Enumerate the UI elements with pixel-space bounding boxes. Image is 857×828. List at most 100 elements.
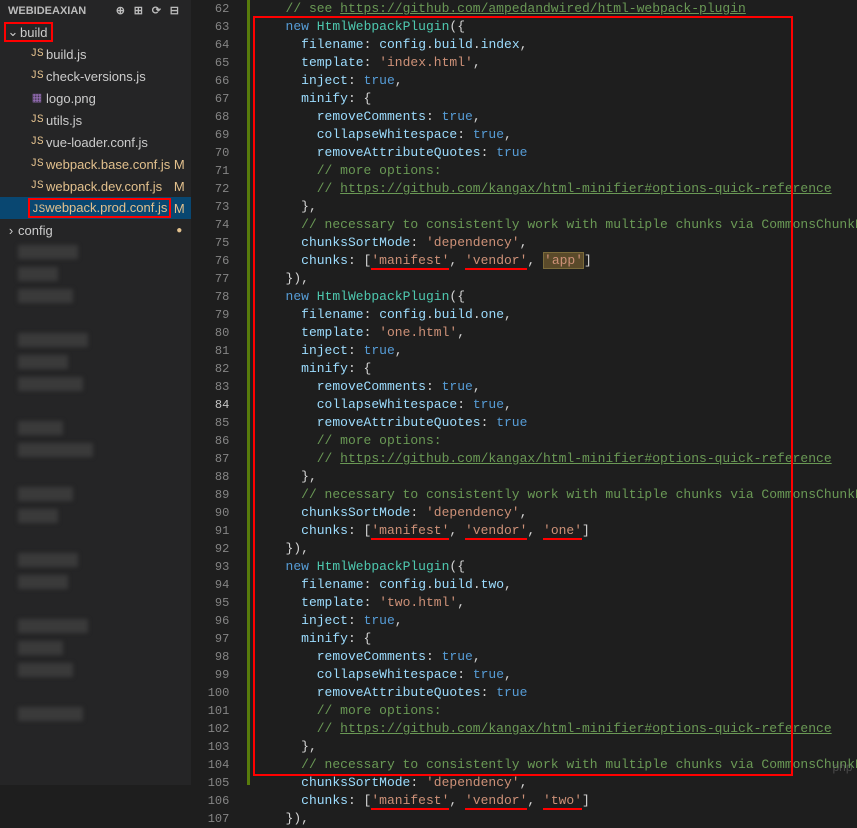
code-line[interactable]: chunks: ['manifest', 'vendor', 'two'] <box>254 792 857 810</box>
code-editor[interactable]: 6263646566676869707172737475767778798081… <box>191 0 857 785</box>
code-line[interactable]: // https://github.com/kangax/html-minifi… <box>254 720 857 738</box>
code-line[interactable]: // necessary to consistently work with m… <box>254 756 857 774</box>
code-line[interactable]: // see https://github.com/ampedandwired/… <box>254 0 857 18</box>
line-number: 76 <box>191 252 229 270</box>
code-line[interactable]: collapseWhitespace: true, <box>254 666 857 684</box>
code-line[interactable]: removeComments: true, <box>254 648 857 666</box>
code-line[interactable]: minify: { <box>254 360 857 378</box>
code-line[interactable]: inject: true, <box>254 72 857 90</box>
code-line[interactable]: }), <box>254 270 857 288</box>
code-line[interactable]: minify: { <box>254 90 857 108</box>
file-item[interactable]: JSwebpack.dev.conf.jsM <box>0 175 191 197</box>
image-file-icon: ▦ <box>28 91 46 105</box>
code-line[interactable]: chunks: ['manifest', 'vendor', 'one'] <box>254 522 857 540</box>
code-line[interactable]: template: 'two.html', <box>254 594 857 612</box>
new-folder-icon[interactable]: ⊞ <box>129 4 147 17</box>
chevron-right-icon: › <box>4 223 18 238</box>
refresh-icon[interactable]: ⟳ <box>147 4 165 17</box>
code-line[interactable]: removeComments: true, <box>254 108 857 126</box>
file-item[interactable]: JSvue-loader.conf.js <box>0 131 191 153</box>
code-line[interactable]: // https://github.com/kangax/html-minifi… <box>254 450 857 468</box>
line-number: 104 <box>191 756 229 774</box>
new-file-icon[interactable]: ⊕ <box>111 4 129 17</box>
code-line[interactable]: // https://github.com/kangax/html-minifi… <box>254 180 857 198</box>
blurred-row <box>0 285 191 307</box>
code-line[interactable]: }, <box>254 468 857 486</box>
line-number: 71 <box>191 162 229 180</box>
folder-config[interactable]: › config ● <box>0 219 191 241</box>
code-line[interactable]: // more options: <box>254 702 857 720</box>
code-line[interactable]: }, <box>254 198 857 216</box>
line-number: 93 <box>191 558 229 576</box>
line-number: 62 <box>191 0 229 18</box>
file-item[interactable]: ▦logo.png <box>0 87 191 109</box>
code-line[interactable]: removeComments: true, <box>254 378 857 396</box>
blurred-row <box>0 615 191 637</box>
line-number: 106 <box>191 792 229 810</box>
blurred-row <box>0 593 191 615</box>
code-line[interactable]: }), <box>254 540 857 558</box>
code-line[interactable]: new HtmlWebpackPlugin({ <box>254 18 857 36</box>
code-line[interactable]: chunks: ['manifest', 'vendor', 'app'] <box>254 252 857 270</box>
js-file-icon: JS <box>28 180 46 192</box>
code-line[interactable]: filename: config.build.index, <box>254 36 857 54</box>
line-number: 82 <box>191 360 229 378</box>
code-line[interactable]: filename: config.build.two, <box>254 576 857 594</box>
file-label: build.js <box>46 47 187 62</box>
code-line[interactable]: template: 'index.html', <box>254 54 857 72</box>
file-item[interactable]: JSutils.js <box>0 109 191 131</box>
line-number: 86 <box>191 432 229 450</box>
blurred-row <box>0 351 191 373</box>
code-line[interactable]: // necessary to consistently work with m… <box>254 216 857 234</box>
code-line[interactable]: chunksSortMode: 'dependency', <box>254 504 857 522</box>
code-line[interactable]: new HtmlWebpackPlugin({ <box>254 558 857 576</box>
code-line[interactable]: chunksSortMode: 'dependency', <box>254 234 857 252</box>
folder-label: config <box>18 223 171 238</box>
code-line[interactable]: }), <box>254 810 857 828</box>
code-line[interactable]: removeAttributeQuotes: true <box>254 144 857 162</box>
line-number: 95 <box>191 594 229 612</box>
folder-build[interactable]: ⌄ build <box>0 21 191 43</box>
code-line[interactable]: collapseWhitespace: true, <box>254 396 857 414</box>
line-number: 83 <box>191 378 229 396</box>
blurred-row <box>0 659 191 681</box>
file-label: vue-loader.conf.js <box>46 135 187 150</box>
modified-indicator: M <box>171 179 187 194</box>
line-number: 74 <box>191 216 229 234</box>
line-number: 73 <box>191 198 229 216</box>
code-line[interactable]: template: 'one.html', <box>254 324 857 342</box>
code-line[interactable]: filename: config.build.one, <box>254 306 857 324</box>
blurred-row <box>0 703 191 725</box>
file-item[interactable]: JScheck-versions.js <box>0 65 191 87</box>
line-number: 80 <box>191 324 229 342</box>
explorer-section-title: WEBIDEAXIAN <box>8 5 111 17</box>
code-line[interactable]: // more options: <box>254 432 857 450</box>
line-number: 65 <box>191 54 229 72</box>
code-line[interactable]: new HtmlWebpackPlugin({ <box>254 288 857 306</box>
collapse-icon[interactable]: ⊟ <box>165 4 183 17</box>
js-file-icon: JS <box>28 48 46 60</box>
code-line[interactable]: }, <box>254 738 857 756</box>
code-line[interactable]: // more options: <box>254 162 857 180</box>
code-line[interactable]: removeAttributeQuotes: true <box>254 414 857 432</box>
line-number: 79 <box>191 306 229 324</box>
line-number: 90 <box>191 504 229 522</box>
code-line[interactable]: inject: true, <box>254 342 857 360</box>
code-area[interactable]: // see https://github.com/ampedandwired/… <box>250 0 857 785</box>
code-line[interactable]: removeAttributeQuotes: true <box>254 684 857 702</box>
code-line[interactable]: collapseWhitespace: true, <box>254 126 857 144</box>
file-item[interactable]: JSbuild.js <box>0 43 191 65</box>
line-number: 94 <box>191 576 229 594</box>
file-label: webpack.prod.conf.js <box>45 200 167 215</box>
file-label: logo.png <box>46 91 187 106</box>
code-line[interactable]: chunksSortMode: 'dependency', <box>254 774 857 792</box>
code-line[interactable]: inject: true, <box>254 612 857 630</box>
line-number: 97 <box>191 630 229 648</box>
line-number: 67 <box>191 90 229 108</box>
file-item[interactable]: JSwebpack.prod.conf.jsM <box>0 197 191 219</box>
file-item[interactable]: JSwebpack.base.conf.jsM <box>0 153 191 175</box>
modified-indicator: M <box>171 157 187 172</box>
line-number: 107 <box>191 810 229 828</box>
code-line[interactable]: minify: { <box>254 630 857 648</box>
code-line[interactable]: // necessary to consistently work with m… <box>254 486 857 504</box>
